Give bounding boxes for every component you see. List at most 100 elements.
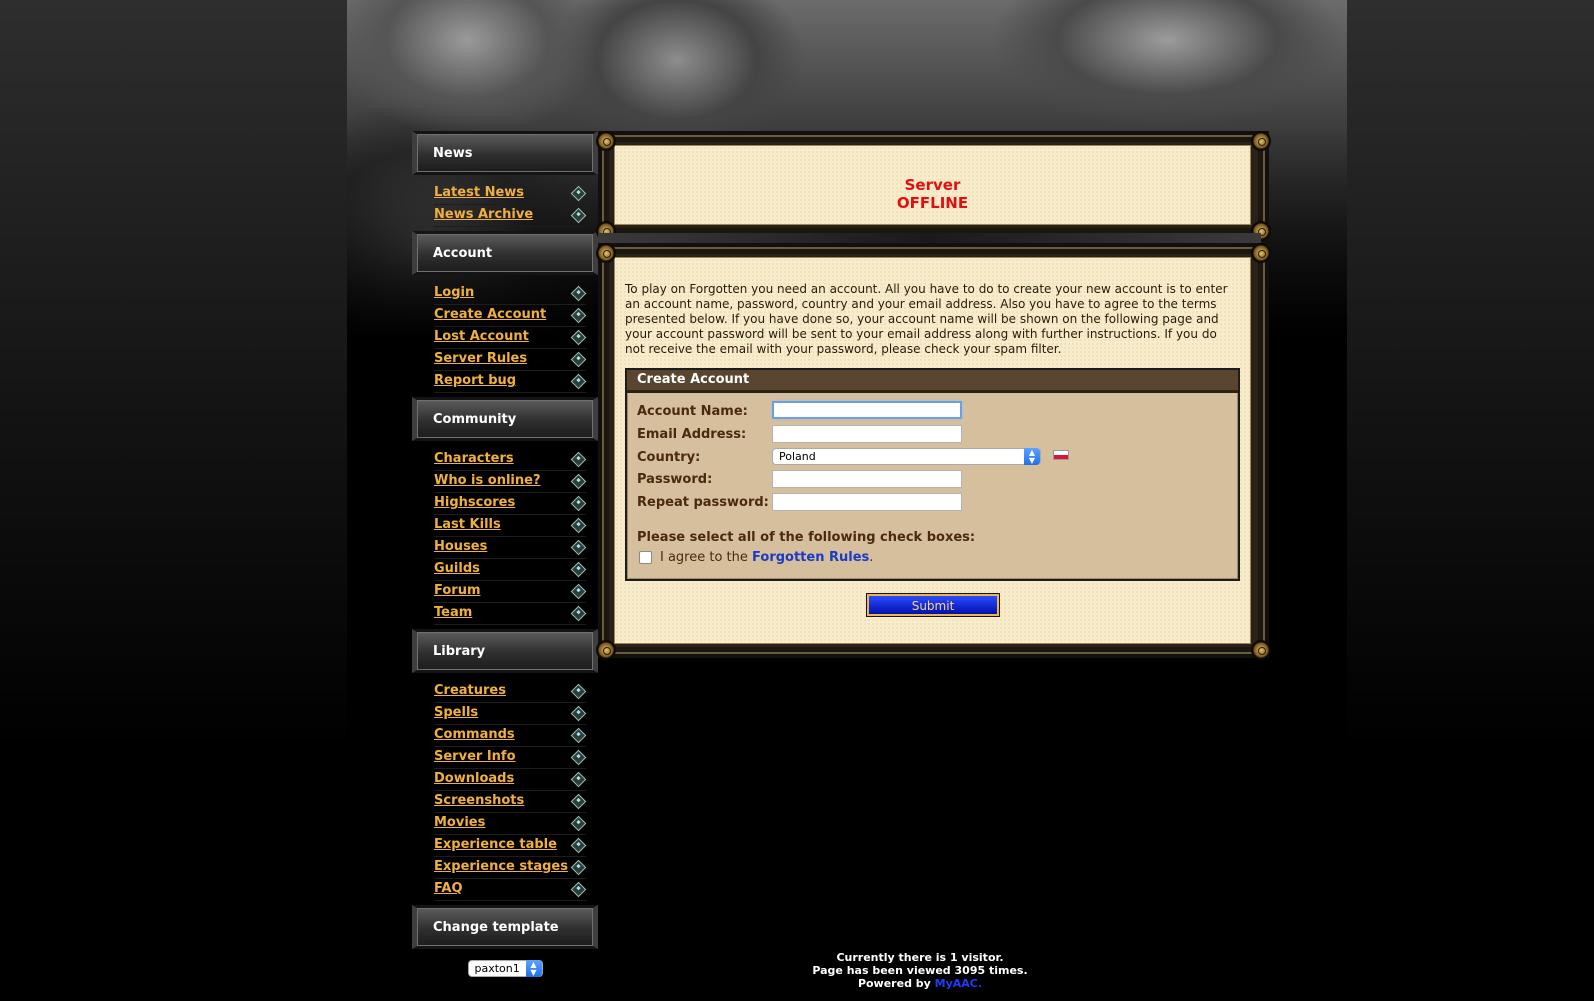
sidebar-item-highscores[interactable]: Highscores: [434, 493, 587, 515]
sidebar-item-who-is-online[interactable]: Who is online?: [434, 471, 587, 493]
email-label: Email Address:: [637, 427, 747, 442]
intro-text: To play on Forgotten you need an account…: [625, 282, 1228, 356]
sidebar-item-label[interactable]: News Archive: [434, 207, 533, 222]
myaac-link[interactable]: MyAAC.: [935, 977, 982, 990]
create-account-box: To play on Forgotten you need an account…: [596, 243, 1271, 660]
password-row: Password:: [637, 468, 712, 488]
sidebar-item-forum[interactable]: Forum: [434, 581, 587, 603]
checkbox-instructions: Please select all of the following check…: [637, 530, 976, 545]
account-name-input[interactable]: [772, 401, 962, 419]
diamond-arrow-icon: [570, 561, 587, 578]
sidebar-item-label[interactable]: Characters: [434, 451, 514, 466]
corner-ornament-icon: [596, 640, 616, 660]
sidebar-item-label[interactable]: Houses: [434, 539, 487, 554]
diamond-arrow-icon: [570, 815, 587, 832]
diamond-arrow-icon: [570, 351, 587, 368]
menu-list: Characters Who is online? Highscores Last K…: [414, 441, 596, 629]
background-left: [0, 0, 347, 1001]
sidebar-item-experience-stages[interactable]: Experience stages: [434, 857, 587, 879]
email-input[interactable]: [772, 425, 962, 443]
sidebar-item-label[interactable]: Guilds: [434, 561, 480, 576]
sidebar-item-downloads[interactable]: Downloads: [434, 769, 587, 791]
agree-row: I agree to the Forgotten Rules.: [639, 550, 873, 565]
sidebar-item-server-rules[interactable]: Server Rules: [434, 349, 587, 371]
poland-flag-icon: [1053, 450, 1069, 460]
diamond-arrow-icon: [570, 793, 587, 810]
password-label: Password:: [637, 472, 713, 487]
sidebar-item-label[interactable]: Screenshots: [434, 793, 524, 808]
corner-ornament-icon: [596, 131, 616, 151]
sidebar-item-server-info[interactable]: Server Info: [434, 747, 587, 769]
sidebar-item-label[interactable]: Server Rules: [434, 351, 527, 366]
sidebar-item-experience-table[interactable]: Experience table: [434, 835, 587, 857]
agree-checkbox[interactable]: [639, 551, 652, 564]
sidebar-item-faq[interactable]: FAQ: [434, 879, 587, 901]
diamond-arrow-icon: [570, 285, 587, 302]
sidebar-item-label[interactable]: Downloads: [434, 771, 514, 786]
menu-list: Login Create Account Lost Account Server Ru…: [414, 275, 596, 397]
corner-ornament-icon: [596, 243, 616, 263]
agree-prefix: I agree to the: [660, 550, 748, 565]
sidebar-item-team[interactable]: Team: [434, 603, 587, 625]
server-status: Server OFFLINE: [896, 176, 969, 212]
background-right: [1347, 0, 1594, 1001]
sidebar-item-label[interactable]: Team: [434, 605, 472, 620]
submit-button[interactable]: Submit: [866, 593, 1000, 617]
sidebar-item-lost-account[interactable]: Lost Account: [434, 327, 587, 349]
sidebar-item-login[interactable]: Login: [434, 283, 587, 305]
repeat-password-input[interactable]: [772, 493, 962, 511]
sidebar-item-label[interactable]: Report bug: [434, 373, 516, 388]
repeat-password-label: Repeat password:: [637, 495, 769, 510]
sidebar-item-label[interactable]: Creatures: [434, 683, 506, 698]
country-row: Country:: [637, 446, 700, 466]
sidebar-item-label[interactable]: Latest News: [434, 185, 524, 200]
corner-ornament-icon: [1251, 640, 1271, 660]
change-template-header: Change template: [412, 905, 598, 949]
sidebar-item-latest-news[interactable]: Latest News: [434, 183, 587, 205]
password-input[interactable]: [772, 470, 962, 488]
sidebar-item-label[interactable]: Commands: [434, 727, 515, 742]
diamond-arrow-icon: [570, 705, 587, 722]
sidebar-item-movies[interactable]: Movies: [434, 813, 587, 835]
sidebar-item-spells[interactable]: Spells: [434, 703, 587, 725]
sidebar-item-guilds[interactable]: Guilds: [434, 559, 587, 581]
sidebar-item-characters[interactable]: Characters: [434, 449, 587, 471]
sidebar-item-label[interactable]: Experience stages: [434, 859, 568, 874]
sidebar-item-report-bug[interactable]: Report bug: [434, 371, 587, 393]
sidebar-item-label[interactable]: Login: [434, 285, 474, 300]
menu-list: Creatures Spells Commands Server Info Downlo…: [414, 673, 596, 905]
sidebar-item-label[interactable]: Who is online?: [434, 473, 540, 488]
sidebar-item-news-archive[interactable]: News Archive: [434, 205, 587, 227]
corner-ornament-icon: [1251, 131, 1271, 151]
country-select[interactable]: Poland ▲ ▼: [772, 448, 1041, 465]
server-status-box: Server OFFLINE: [596, 131, 1271, 241]
sidebar-item-label[interactable]: Server Info: [434, 749, 516, 764]
sidebar-item-houses[interactable]: Houses: [434, 537, 587, 559]
sidebar-item-creatures[interactable]: Creatures: [434, 681, 587, 703]
sidebar-item-label[interactable]: Highscores: [434, 495, 515, 510]
sidebar-item-label[interactable]: FAQ: [434, 881, 463, 896]
powered-by: Powered by MyAAC.: [857, 977, 983, 990]
sidebar-item-label[interactable]: Movies: [434, 815, 485, 830]
sidebar-item-screenshots[interactable]: Screenshots: [434, 791, 587, 813]
rules-link[interactable]: Forgotten Rules: [752, 550, 869, 565]
sidebar-item-label[interactable]: Last Kills: [434, 517, 501, 532]
diamond-arrow-icon: [570, 727, 587, 744]
visitor-count: Currently there is 1 visitor.: [836, 951, 1004, 964]
diamond-arrow-icon: [570, 539, 587, 556]
diamond-arrow-icon: [570, 837, 587, 854]
diamond-arrow-icon: [570, 859, 587, 876]
sidebar-item-label[interactable]: Create Account: [434, 307, 546, 322]
sidebar-item-label[interactable]: Experience table: [434, 837, 557, 852]
sidebar-item-label[interactable]: Forum: [434, 583, 481, 598]
form-title: Create Account: [627, 370, 1238, 393]
sidebar-item-label[interactable]: Lost Account: [434, 329, 529, 344]
diamond-arrow-icon: [570, 749, 587, 766]
sidebar-item-label[interactable]: Spells: [434, 705, 478, 720]
sidebar-item-last-kills[interactable]: Last Kills: [434, 515, 587, 537]
sidebar-item-create-account[interactable]: Create Account: [434, 305, 587, 327]
sidebar-item-commands[interactable]: Commands: [434, 725, 587, 747]
diamond-arrow-icon: [570, 583, 587, 600]
diamond-arrow-icon: [570, 451, 587, 468]
diamond-arrow-icon: [570, 185, 587, 202]
